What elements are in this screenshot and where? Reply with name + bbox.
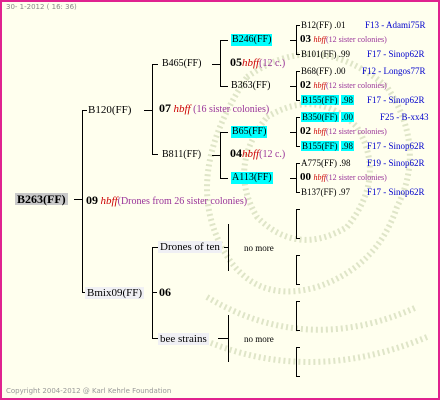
gen4-row-4[interactable]: B155(FF) .98 <box>301 94 355 106</box>
gen4-row-8[interactable]: B137(FF) .97 <box>301 186 350 198</box>
gen4-right-7: F19 - Sinop62R <box>367 158 425 168</box>
gen3-label-1[interactable]: B246(FF) <box>231 34 273 46</box>
gen4-row-7[interactable]: A775(FF) .98 <box>301 157 351 169</box>
gen3-info-2: 02 hbff(12 sister colonies) <box>300 79 387 91</box>
gen3-label-4[interactable]: A113(FF) <box>231 172 273 184</box>
gen4-row-1[interactable]: B12(FF) .01 <box>301 19 346 31</box>
parent-queen-hbff: hbff <box>173 103 191 115</box>
no-more-2: no more <box>244 334 274 344</box>
gen3-info-3: 02 hbff(12 sister colonies) <box>300 125 387 137</box>
drone-source-number: 06 <box>159 285 171 299</box>
no-more-1: no more <box>244 243 274 253</box>
parent-queen-desc: (16 sister colonies) <box>193 104 270 115</box>
gen4-right-1: F13 - Adami75R <box>365 20 426 30</box>
gen4-right-2: F17 - Sinop62R <box>367 49 425 59</box>
gen3-label-2[interactable]: B363(FF) <box>231 80 270 92</box>
pedigree-chart: 30- 1-2012 ( 16: 36) B263(FF) 09 hbff(Dr… <box>0 0 440 400</box>
gen4-right-4: F17 - Sinop62R <box>367 95 425 105</box>
gen4-row-3[interactable]: B68(FF) .00 <box>301 65 346 77</box>
gen4-row-5[interactable]: B350(FF) .00 <box>301 111 355 123</box>
drones-of-ten-label: Drones of ten <box>158 241 222 253</box>
parent-queen-info: 07 hbff (16 sister colonies) <box>159 102 269 116</box>
grandparent-label-2[interactable]: B811(FF) <box>162 149 201 161</box>
root-number: 09 <box>86 193 98 207</box>
gen4-right-8: F17 - Sinop62R <box>367 187 425 197</box>
gen3-label-3[interactable]: B65(FF) <box>231 126 268 138</box>
parent-queen-label[interactable]: B120(FF) <box>88 104 131 116</box>
gen4-right-6: F17 - Sinop62R <box>367 141 425 151</box>
gen4-row-6[interactable]: B155(FF) .98 <box>301 140 355 152</box>
root-info: 09 hbff(Drones from 26 sister colonies) <box>86 194 247 208</box>
timestamp: 30- 1-2012 ( 16: 36) <box>6 3 77 11</box>
grandparent-info-1: 05hbff(12 c.) <box>230 55 286 69</box>
gen4-right-3: F12 - Longos77R <box>362 66 426 76</box>
copyright-text: Copyright 2004-2012 @ Karl Kehrle Founda… <box>6 387 172 395</box>
parent-queen-number: 07 <box>159 101 171 115</box>
gen3-info-1: 03 hbff(12 sister colonies) <box>300 33 387 45</box>
gen4-right-5: F25 - B-xx43 <box>380 112 429 122</box>
bee-strains-label: bee strains <box>158 333 209 345</box>
drone-source-label[interactable]: Bmix09(FF) <box>85 287 145 299</box>
root-desc: (Drones from 26 sister colonies) <box>117 196 248 207</box>
gen3-info-4: 00 hbff(12 sister colonies) <box>300 171 387 183</box>
root-label[interactable]: B263(FF) <box>15 193 68 205</box>
grandparent-label-1[interactable]: B465(FF) <box>162 58 201 70</box>
root-hbff: hbff <box>100 195 118 207</box>
gen4-row-2[interactable]: B101(FF) .99 <box>301 48 350 60</box>
grandparent-info-2: 04hbff(12 c.) <box>230 146 286 160</box>
